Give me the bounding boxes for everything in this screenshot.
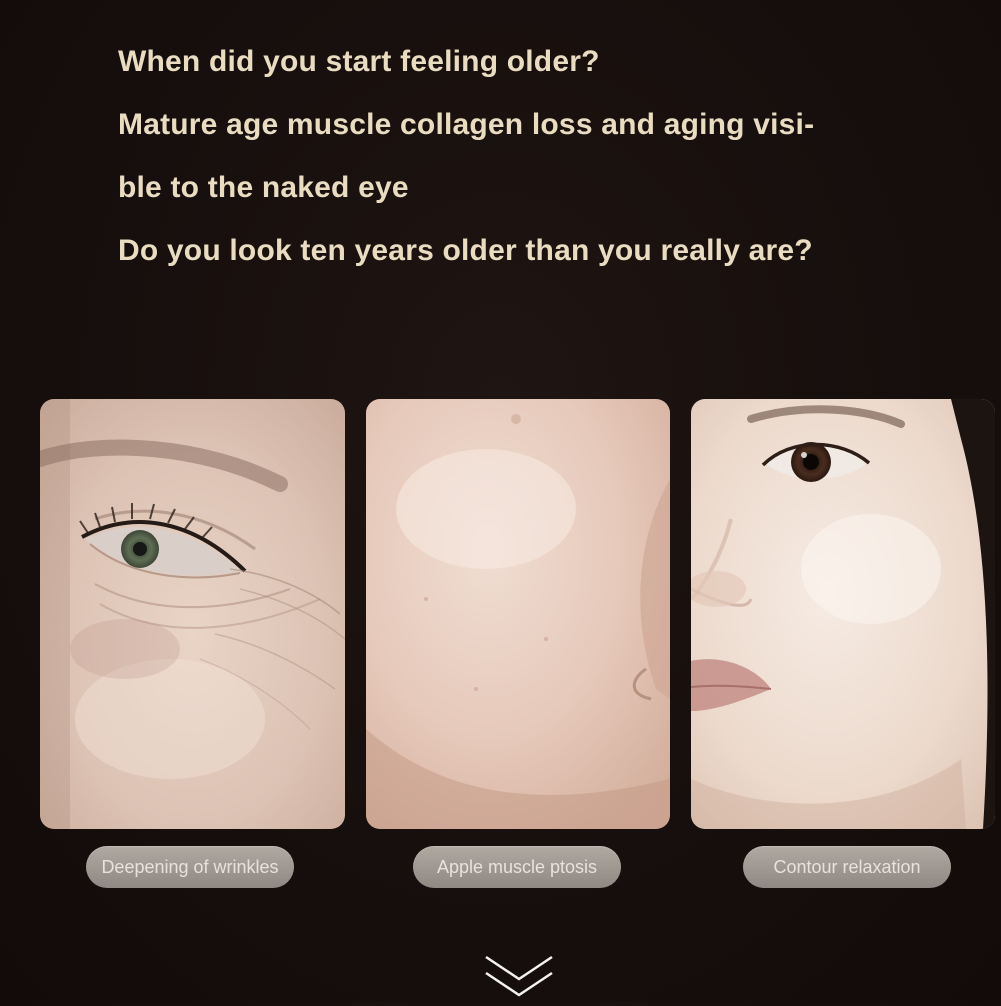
wrinkles-photo [40, 399, 345, 829]
headline-line-2: Mature age muscle collagen loss and agin… [118, 108, 815, 141]
headline-line-3: ble to the naked eye [118, 171, 409, 204]
caption-contour-relaxation: Contour relaxation [743, 846, 951, 888]
cheek-photo [366, 399, 670, 829]
headline-line-4: Do you look ten years older than you rea… [118, 234, 813, 267]
face-photo [691, 399, 995, 829]
caption-apple-muscle-ptosis: Apple muscle ptosis [413, 846, 621, 888]
headline-line-1: When did you start feeling older? [118, 45, 600, 78]
double-chevron-down-icon [484, 953, 554, 1001]
headline-block: When did you start feeling older? Mature… [118, 30, 878, 282]
caption-deepening-of-wrinkles: Deepening of wrinkles [86, 846, 294, 888]
